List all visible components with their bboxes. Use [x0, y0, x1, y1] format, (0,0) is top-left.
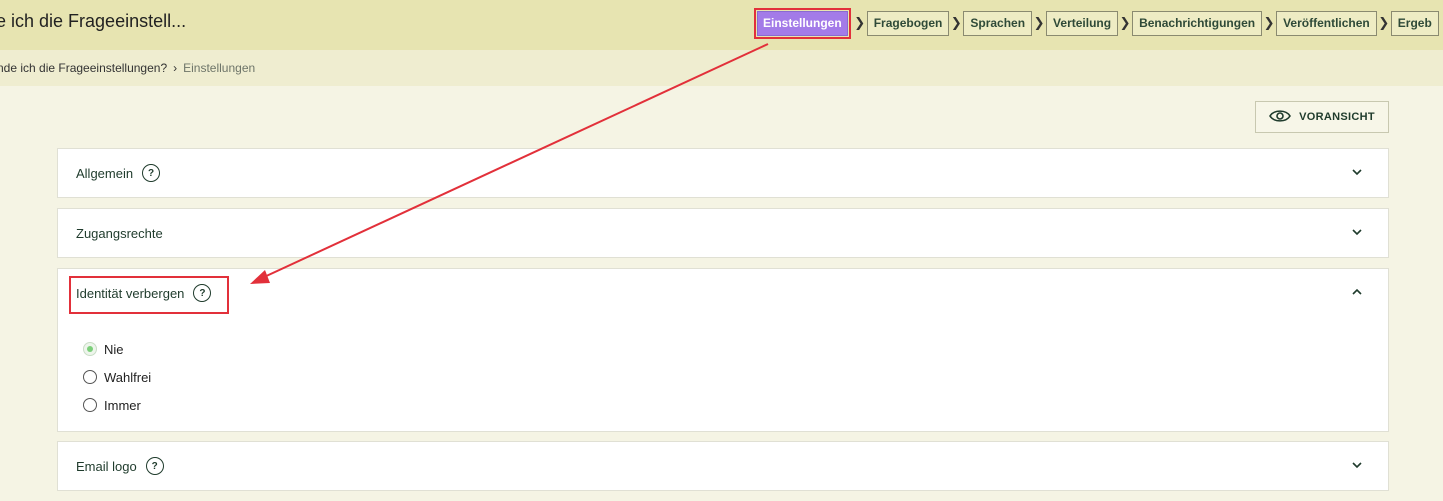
annotation-highlight-step: Einstellungen: [754, 7, 851, 39]
chevron-up-icon[interactable]: [1350, 285, 1364, 299]
step-verteilung[interactable]: Verteilung: [1046, 10, 1119, 36]
chevron-right-icon: ❯: [1263, 15, 1275, 30]
chevron-right-icon: ❯: [854, 15, 866, 30]
panel-identitaet-verbergen: Identität verbergen ? Nie Wahlfrei Immer: [57, 268, 1389, 432]
panel-email-logo: Email logo ?: [57, 441, 1389, 491]
step-fragebogen[interactable]: Fragebogen: [866, 10, 950, 36]
radio-button[interactable]: [83, 398, 97, 412]
chevron-down-icon[interactable]: [1350, 458, 1364, 472]
panel-allgemein: Allgemein ?: [57, 148, 1389, 198]
radio-button[interactable]: [83, 370, 97, 384]
breadcrumb-parent[interactable]: nde ich die Frageeinstellungen?: [0, 61, 167, 75]
radio-option-immer[interactable]: Immer: [83, 391, 1388, 419]
panel-header-allgemein[interactable]: Allgemein ?: [58, 149, 1388, 197]
preview-label: VORANSICHT: [1299, 111, 1375, 123]
step-benachrichtigungen[interactable]: Benachrichtigungen: [1132, 10, 1263, 36]
panel-title: Zugangsrechte: [76, 225, 163, 241]
panel-title: Allgemein: [76, 165, 134, 181]
chevron-right-icon: ❯: [1033, 15, 1045, 30]
eye-icon: [1269, 108, 1292, 127]
top-bar: e ich die Frageeinstell... Einstellungen…: [0, 0, 1443, 50]
radio-label: Wahlfrei: [104, 369, 152, 385]
chevron-right-icon: ❯: [1378, 15, 1390, 30]
breadcrumb-current: Einstellungen: [183, 61, 256, 75]
panel-header-identitaet-verbergen[interactable]: Identität verbergen ?: [58, 269, 1388, 317]
step-sprachen[interactable]: Sprachen: [963, 10, 1033, 36]
panel-header-zugangsrechte[interactable]: Zugangsrechte: [58, 209, 1388, 257]
chevron-right-icon: ›: [173, 61, 178, 75]
panel-header-email-logo[interactable]: Email logo ?: [58, 442, 1388, 490]
breadcrumb-bar: nde ich die Frageeinstellungen? › Einstell…: [0, 50, 1443, 86]
chevron-right-icon: ❯: [950, 15, 962, 30]
breadcrumb: nde ich die Frageeinstellungen? › Einstell…: [0, 61, 255, 75]
chevron-right-icon: ❯: [1119, 15, 1131, 30]
panel-zugangsrechte: Zugangsrechte: [57, 208, 1389, 258]
question-circle-icon[interactable]: ?: [145, 457, 164, 475]
preview-button[interactable]: VORANSICHT: [1255, 101, 1389, 133]
page-title: e ich die Frageeinstell...: [0, 11, 187, 31]
chevron-down-icon[interactable]: [1350, 165, 1364, 179]
panel-title: Email logo: [76, 458, 137, 474]
step-einstellungen[interactable]: Einstellungen: [757, 10, 848, 36]
step-navigation: Einstellungen ❯ Fragebogen ❯ Sprachen ❯ …: [754, 7, 1439, 39]
annotation-highlight-box: [69, 276, 229, 314]
radio-option-nie[interactable]: Nie: [83, 335, 1388, 363]
step-ergebnisse[interactable]: Ergeb: [1390, 10, 1439, 36]
step-veroeffentlichen[interactable]: Veröffentlichen: [1276, 10, 1377, 36]
radio-button[interactable]: [83, 342, 97, 356]
chevron-down-icon[interactable]: [1350, 225, 1364, 239]
question-circle-icon[interactable]: ?: [142, 164, 161, 182]
radio-option-wahlfrei[interactable]: Wahlfrei: [83, 363, 1388, 391]
radio-label: Immer: [104, 397, 141, 413]
radio-label: Nie: [104, 341, 124, 357]
identity-radio-group: Nie Wahlfrei Immer: [58, 317, 1388, 419]
